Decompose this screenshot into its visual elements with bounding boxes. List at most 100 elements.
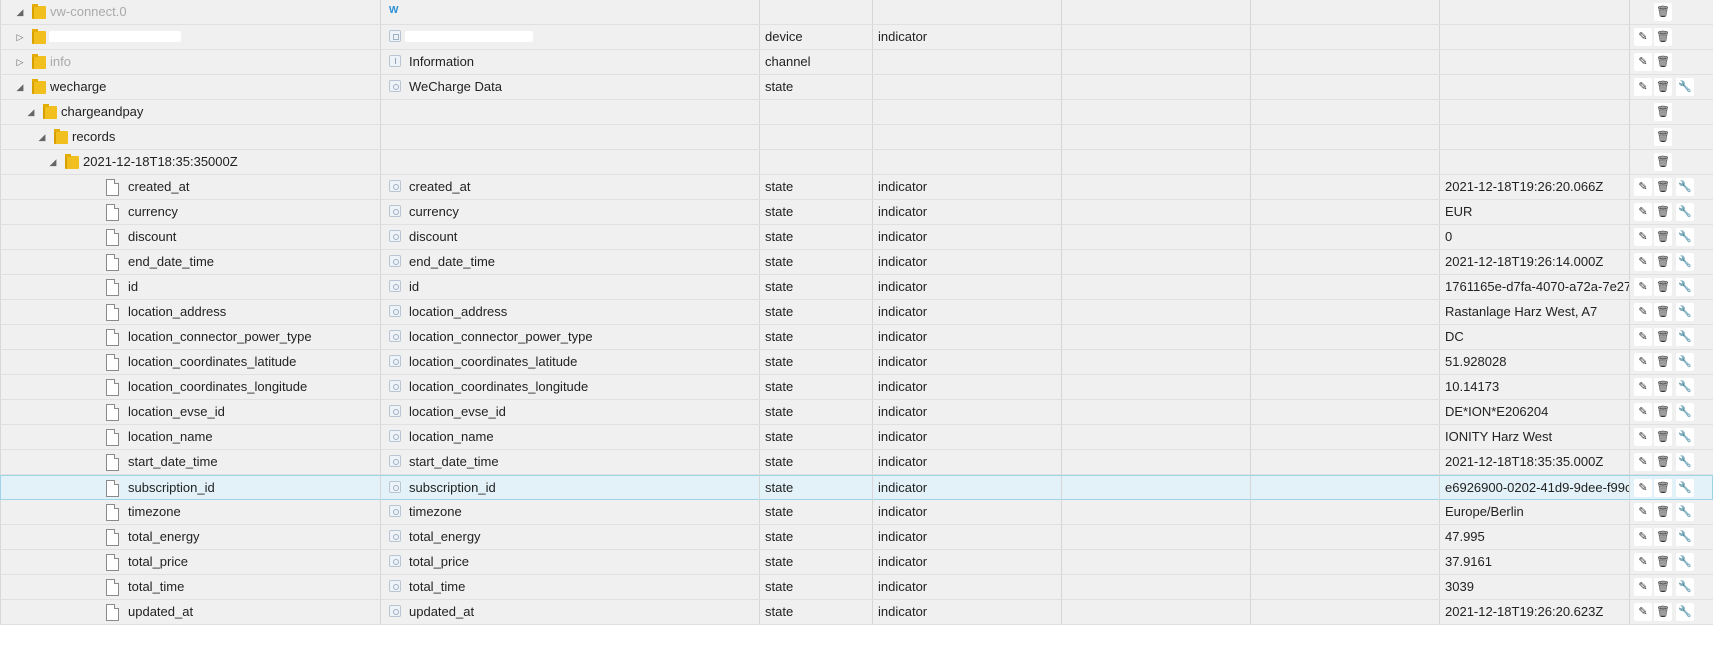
edit-icon[interactable]: ✎ — [1634, 479, 1652, 497]
tree-row[interactable]: start_date_time start_date_time state indic… — [0, 450, 1713, 475]
delete-icon[interactable]: 🗑 — [1654, 578, 1672, 596]
tree-row[interactable]: location_evse_id location_evse_id state ind… — [0, 400, 1713, 425]
edit-icon[interactable]: ✎ — [1634, 78, 1652, 96]
tree-row[interactable]: currency currency state indicator EUR ✎ 🗑 🔧 — [0, 200, 1713, 225]
edit-icon[interactable]: ✎ — [1634, 353, 1652, 371]
wrench-icon[interactable]: 🔧 — [1676, 479, 1694, 497]
edit-icon[interactable]: ✎ — [1634, 328, 1652, 346]
tree-row[interactable]: location_coordinates_latitude location_co… — [0, 350, 1713, 375]
tree-row[interactable]: ◢ records 🗑 — [0, 125, 1713, 150]
wrench-icon[interactable]: 🔧 — [1676, 528, 1694, 546]
wrench-icon[interactable]: 🔧 — [1676, 178, 1694, 196]
wrench-icon[interactable]: 🔧 — [1676, 203, 1694, 221]
value-cell[interactable] — [1440, 125, 1630, 149]
delete-icon[interactable]: 🗑 — [1654, 528, 1672, 546]
wrench-icon[interactable]: 🔧 — [1676, 503, 1694, 521]
collapse-toggle-icon[interactable]: ◢ — [48, 150, 58, 174]
delete-icon[interactable]: 🗑 — [1654, 503, 1672, 521]
value-cell[interactable]: 2021-12-18T19:26:20.623Z — [1440, 600, 1630, 624]
value-cell[interactable]: 2021-12-18T18:35:35.000Z — [1440, 450, 1630, 474]
tree-row[interactable]: total_time total_time state indicator 3039 ✎ 🗑… — [0, 575, 1713, 600]
delete-icon[interactable]: 🗑 — [1654, 453, 1672, 471]
delete-icon[interactable]: 🗑 — [1654, 479, 1672, 497]
delete-icon[interactable]: 🗑 — [1654, 253, 1672, 271]
expand-toggle-icon[interactable]: ▷ — [15, 50, 25, 74]
delete-icon[interactable]: 🗑 — [1654, 603, 1672, 621]
delete-icon[interactable]: 🗑 — [1654, 228, 1672, 246]
tree-row[interactable]: location_coordinates_longitude location_c… — [0, 375, 1713, 400]
value-cell[interactable]: 37.9161 — [1440, 550, 1630, 574]
tree-row[interactable]: created_at created_at state indicator 2021-1… — [0, 175, 1713, 200]
wrench-icon[interactable]: 🔧 — [1676, 578, 1694, 596]
tree-row[interactable]: ◢ vw-connect.0 W 🗑 — [0, 0, 1713, 25]
tree-row[interactable]: ◢ 2021-12-18T18:35:35000Z 🗑 — [0, 150, 1713, 175]
wrench-icon[interactable]: 🔧 — [1676, 253, 1694, 271]
tree-row[interactable]: id id state indicator 1761165e-d7fa-4070-a72… — [0, 275, 1713, 300]
expand-toggle-icon[interactable]: ▷ — [15, 25, 25, 49]
value-cell[interactable]: IONITY Harz West — [1440, 425, 1630, 449]
edit-icon[interactable]: ✎ — [1634, 578, 1652, 596]
value-cell[interactable] — [1440, 75, 1630, 99]
delete-icon[interactable]: 🗑 — [1654, 153, 1672, 171]
wrench-icon[interactable]: 🔧 — [1676, 278, 1694, 296]
delete-icon[interactable]: 🗑 — [1654, 553, 1672, 571]
value-cell[interactable]: 1761165e-d7fa-4070-a72a-7e27 — [1440, 275, 1630, 299]
delete-icon[interactable]: 🗑 — [1654, 303, 1672, 321]
tree-row[interactable]: subscription_id subscription_id state indic… — [0, 475, 1713, 500]
tree-row[interactable]: ◢ wecharge WeCharge Data state ✎ 🗑 🔧 — [0, 75, 1713, 100]
delete-icon[interactable]: 🗑 — [1654, 428, 1672, 446]
tree-row[interactable]: updated_at updated_at state indicator 2021-1… — [0, 600, 1713, 625]
collapse-toggle-icon[interactable]: ◢ — [26, 100, 36, 124]
tree-row[interactable]: location_name location_name state indicator… — [0, 425, 1713, 450]
edit-icon[interactable]: ✎ — [1634, 28, 1652, 46]
collapse-toggle-icon[interactable]: ◢ — [15, 0, 25, 24]
wrench-icon[interactable]: 🔧 — [1676, 328, 1694, 346]
value-cell[interactable]: Europe/Berlin — [1440, 500, 1630, 524]
edit-icon[interactable]: ✎ — [1634, 403, 1652, 421]
tree-row[interactable]: ▷ device indicator ✎ 🗑 — [0, 25, 1713, 50]
tree-row[interactable]: discount discount state indicator 0 ✎ 🗑 🔧 — [0, 225, 1713, 250]
wrench-icon[interactable]: 🔧 — [1676, 378, 1694, 396]
wrench-icon[interactable]: 🔧 — [1676, 353, 1694, 371]
tree-row[interactable]: ◢ chargeandpay 🗑 — [0, 100, 1713, 125]
tree-row[interactable]: end_date_time end_date_time state indicator… — [0, 250, 1713, 275]
tree-row[interactable]: ▷ info Information channel ✎ 🗑 — [0, 50, 1713, 75]
delete-icon[interactable]: 🗑 — [1654, 103, 1672, 121]
edit-icon[interactable]: ✎ — [1634, 528, 1652, 546]
value-cell[interactable]: DC — [1440, 325, 1630, 349]
edit-icon[interactable]: ✎ — [1634, 553, 1652, 571]
value-cell[interactable] — [1440, 0, 1630, 24]
value-cell[interactable]: EUR — [1440, 200, 1630, 224]
value-cell[interactable]: 0 — [1440, 225, 1630, 249]
tree-row[interactable]: location_address location_address state ind… — [0, 300, 1713, 325]
edit-icon[interactable]: ✎ — [1634, 428, 1652, 446]
edit-icon[interactable]: ✎ — [1634, 228, 1652, 246]
wrench-icon[interactable]: 🔧 — [1676, 78, 1694, 96]
collapse-toggle-icon[interactable]: ◢ — [37, 125, 47, 149]
value-cell[interactable]: 2021-12-18T19:26:14.000Z — [1440, 250, 1630, 274]
tree-row[interactable]: location_connector_power_type location_co… — [0, 325, 1713, 350]
delete-icon[interactable]: 🗑 — [1654, 278, 1672, 296]
edit-icon[interactable]: ✎ — [1634, 378, 1652, 396]
value-cell[interactable] — [1440, 150, 1630, 174]
delete-icon[interactable]: 🗑 — [1654, 378, 1672, 396]
value-cell[interactable]: e6926900-0202-41d9-9dee-f99c — [1440, 476, 1630, 500]
delete-icon[interactable]: 🗑 — [1654, 328, 1672, 346]
delete-icon[interactable]: 🗑 — [1654, 178, 1672, 196]
value-cell[interactable] — [1440, 25, 1630, 49]
delete-icon[interactable]: 🗑 — [1654, 128, 1672, 146]
edit-icon[interactable]: ✎ — [1634, 453, 1652, 471]
wrench-icon[interactable]: 🔧 — [1676, 428, 1694, 446]
value-cell[interactable]: 10.14173 — [1440, 375, 1630, 399]
delete-icon[interactable]: 🗑 — [1654, 203, 1672, 221]
delete-icon[interactable]: 🗑 — [1654, 78, 1672, 96]
tree-row[interactable]: timezone timezone state indicator Europe/Ber… — [0, 500, 1713, 525]
wrench-icon[interactable]: 🔧 — [1676, 453, 1694, 471]
value-cell[interactable] — [1440, 100, 1630, 124]
value-cell[interactable]: 51.928028 — [1440, 350, 1630, 374]
tree-row[interactable]: total_price total_price state indicator 37.9… — [0, 550, 1713, 575]
value-cell[interactable] — [1440, 50, 1630, 74]
edit-icon[interactable]: ✎ — [1634, 253, 1652, 271]
value-cell[interactable]: DE*ION*E206204 — [1440, 400, 1630, 424]
wrench-icon[interactable]: 🔧 — [1676, 603, 1694, 621]
